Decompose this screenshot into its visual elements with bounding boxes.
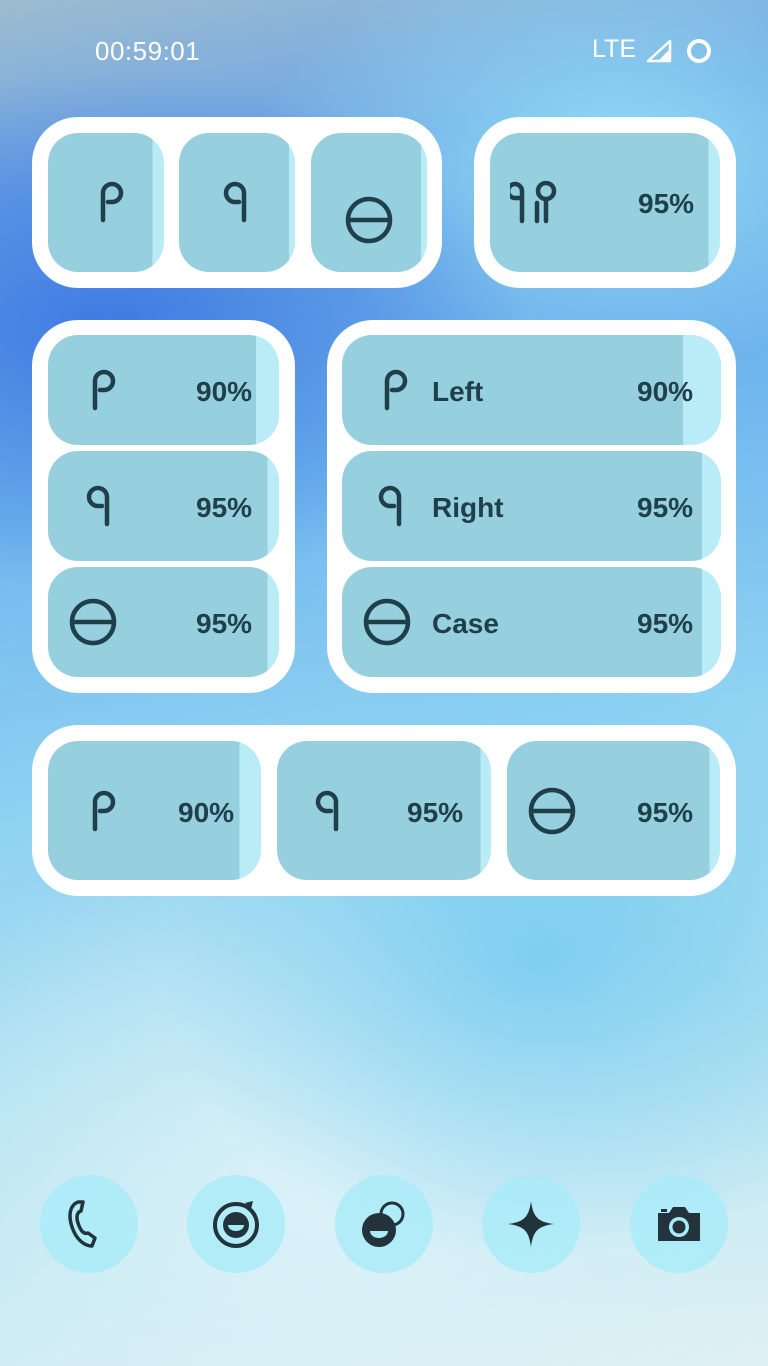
signal-icon [646, 39, 672, 63]
phone-icon [64, 1199, 114, 1249]
list-battery-widget[interactable]: 90% 95% 95% [32, 320, 295, 693]
right-earbud-icon [76, 481, 126, 531]
earbuds-pair-icon [510, 177, 560, 227]
left-earbud-tile[interactable] [48, 133, 164, 272]
left-earbud-icon [368, 365, 418, 415]
right-earbud-tile[interactable] [179, 133, 295, 272]
left-earbud-percent: 90% [178, 797, 235, 828]
left-earbud-percent: 90% [196, 376, 253, 407]
case-icon [527, 786, 577, 836]
sparkle-app[interactable] [482, 1175, 580, 1273]
left-earbud-label: Left [432, 376, 484, 407]
right-earbud-labeled-row[interactable]: Right 95% [342, 451, 721, 561]
compact-battery-widget[interactable] [32, 117, 442, 288]
labeled-battery-widget[interactable]: Left 90% Right 95% Case 95% [327, 320, 736, 693]
left-earbud-percent: 90% [637, 376, 694, 407]
case-label: Case [432, 608, 499, 639]
battery-ring-icon [687, 39, 711, 63]
messages-app[interactable] [187, 1175, 285, 1273]
earbuds-pair-tile[interactable]: 95% [490, 133, 720, 272]
messages-icon [211, 1199, 261, 1249]
case-row[interactable]: 95% [48, 567, 279, 677]
case-icon [362, 597, 412, 647]
case-icon [344, 195, 394, 245]
right-earbud-percent: 95% [196, 492, 253, 523]
case-percent: 95% [637, 608, 694, 639]
left-earbud-icon [84, 177, 134, 227]
left-earbud-row[interactable]: 90% [48, 335, 279, 445]
camera-icon [654, 1199, 704, 1249]
phone-app[interactable] [40, 1175, 138, 1273]
status-clock: 00:59:01 [95, 36, 201, 66]
combined-battery-percent: 95% [638, 188, 695, 219]
case-percent: 95% [637, 797, 694, 828]
app-dock [0, 1175, 768, 1275]
left-earbud-cell[interactable]: 90% [48, 741, 261, 880]
case-icon [68, 597, 118, 647]
combined-battery-widget[interactable]: 95% [474, 117, 736, 288]
chat-app[interactable] [335, 1175, 433, 1273]
case-tile[interactable] [311, 133, 427, 272]
right-earbud-icon [368, 481, 418, 531]
camera-app[interactable] [630, 1175, 728, 1273]
left-earbud-icon [76, 786, 126, 836]
case-labeled-row[interactable]: Case 95% [342, 567, 721, 677]
right-earbud-percent: 95% [407, 797, 464, 828]
right-earbud-percent: 95% [637, 492, 694, 523]
right-earbud-icon [213, 177, 263, 227]
left-earbud-labeled-row[interactable]: Left 90% [342, 335, 721, 445]
right-earbud-icon [305, 786, 355, 836]
right-earbud-row[interactable]: 95% [48, 451, 279, 561]
chat-bubbles-icon [359, 1199, 409, 1249]
network-type: LTE [592, 35, 636, 63]
case-cell[interactable]: 95% [507, 741, 720, 880]
status-bar: 00:59:01 LTE [0, 0, 768, 100]
sparkle-icon [506, 1199, 556, 1249]
left-earbud-icon [76, 365, 126, 415]
right-earbud-cell[interactable]: 95% [277, 741, 491, 880]
right-earbud-label: Right [432, 492, 504, 523]
case-percent: 95% [196, 608, 253, 639]
row-battery-widget[interactable]: 90% 95% 95% [32, 725, 736, 896]
